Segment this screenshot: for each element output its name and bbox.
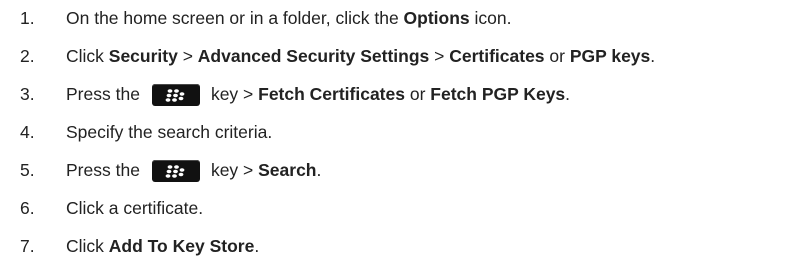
step-3: 3. Press the key > Fetch Certificates or… xyxy=(0,76,801,114)
step-4: 4. Specify the search criteria. xyxy=(0,114,801,152)
step-number: 4. xyxy=(20,122,35,143)
ui-term-security: Security xyxy=(108,46,178,67)
text-segment: . xyxy=(254,236,260,257)
ui-term-add-to-key-store: Add To Key Store xyxy=(108,236,255,257)
step-7: 7. Click Add To Key Store. xyxy=(0,228,801,266)
step-text: Press the key > Search. xyxy=(66,160,321,182)
text-segment: Click a certificate. xyxy=(66,198,204,219)
step-text: On the home screen or in a folder, click… xyxy=(66,10,511,28)
step-6: 6. Click a certificate. xyxy=(0,190,801,228)
text-segment: or xyxy=(404,84,431,105)
ui-term-fetch-certificates: Fetch Certificates xyxy=(258,84,405,105)
text-segment: > xyxy=(429,46,450,67)
ui-term-advanced-security-settings: Advanced Security Settings xyxy=(197,46,430,67)
ui-term-search: Search xyxy=(258,160,317,181)
step-number: 6. xyxy=(20,198,35,219)
ui-term-options: Options xyxy=(403,8,470,29)
text-segment: Click xyxy=(66,236,109,257)
step-number: 2. xyxy=(20,46,35,67)
step-number: 7. xyxy=(20,236,35,257)
step-2: 2. Click Security > Advanced Security Se… xyxy=(0,38,801,76)
step-number: 1. xyxy=(20,8,35,29)
blackberry-menu-key-icon xyxy=(151,160,200,182)
text-segment: Specify the search criteria. xyxy=(66,122,273,143)
step-text: Click a certificate. xyxy=(66,200,203,218)
text-segment: Press the xyxy=(66,84,140,105)
text-segment: . xyxy=(565,84,571,105)
text-segment: . xyxy=(650,46,656,67)
ui-term-pgp-keys: PGP keys xyxy=(569,46,651,67)
step-number: 5. xyxy=(20,160,35,181)
ui-term-certificates: Certificates xyxy=(449,46,545,67)
step-1: 1. On the home screen or in a folder, cl… xyxy=(0,0,801,38)
text-segment: Press the xyxy=(66,160,140,181)
step-text: Press the key > Fetch Certificates or Fe… xyxy=(66,84,570,106)
text-segment: On the home screen or in a folder, click… xyxy=(66,8,404,29)
ui-term-fetch-pgp-keys: Fetch PGP Keys xyxy=(430,84,566,105)
step-text: Click Add To Key Store. xyxy=(66,238,259,256)
blackberry-menu-key-icon xyxy=(151,84,200,106)
text-segment: key > xyxy=(210,160,259,181)
text-segment: key > xyxy=(210,84,259,105)
text-segment: . xyxy=(316,160,322,181)
text-segment: > xyxy=(177,46,198,67)
step-5: 5. Press the key > Search . xyxy=(0,152,801,190)
text-segment: Click xyxy=(66,46,109,67)
step-text: Specify the search criteria. xyxy=(66,124,272,142)
step-text: Click Security > Advanced Security Setti… xyxy=(66,48,655,66)
text-segment: icon. xyxy=(469,8,512,29)
text-segment: or xyxy=(544,46,570,67)
step-number: 3. xyxy=(20,84,35,105)
